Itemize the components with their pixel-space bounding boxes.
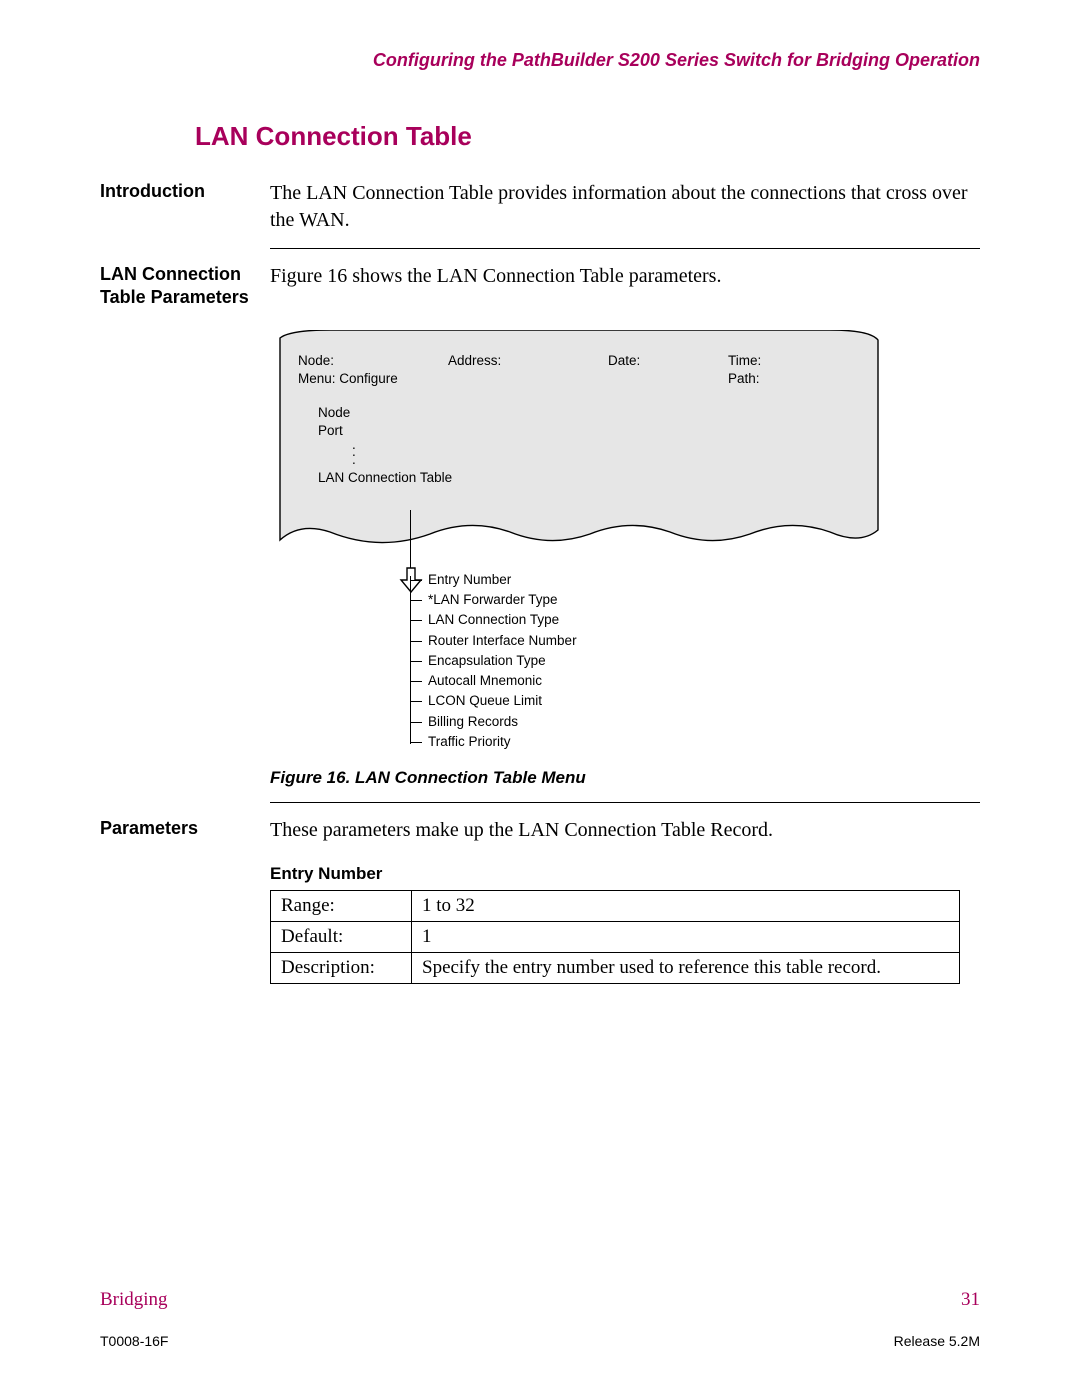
menu-configure-label: Menu: Configure xyxy=(298,370,448,388)
cell-range-key: Range: xyxy=(271,891,412,922)
menu-path-label: Path: xyxy=(728,370,760,388)
running-head: Configuring the PathBuilder S200 Series … xyxy=(100,50,980,71)
sub-item: Encapsulation Type xyxy=(410,651,880,671)
sub-item: Traffic Priority xyxy=(410,732,880,752)
section-title: LAN Connection Table xyxy=(195,121,980,152)
sub-item: Router Interface Number xyxy=(410,631,880,651)
footer-section: Bridging xyxy=(100,1289,168,1311)
menu-time-label: Time: xyxy=(728,352,808,370)
footer-page-number: 31 xyxy=(961,1289,980,1311)
menu-date-label: Date: xyxy=(608,352,728,370)
text-introduction: The LAN Connection Table provides inform… xyxy=(270,180,980,234)
cell-desc-val: Specify the entry number used to referen… xyxy=(412,953,960,984)
sub-item: Autocall Mnemonic xyxy=(410,671,880,691)
tree-lan-connection-table: LAN Connection Table xyxy=(318,469,860,487)
cell-default-key: Default: xyxy=(271,922,412,953)
text-lan-conn-params: Figure 16 shows the LAN Connection Table… xyxy=(270,263,980,290)
tree-dots: ... xyxy=(352,441,860,463)
tree-port: Port xyxy=(318,422,860,440)
sub-item: LCON Queue Limit xyxy=(410,691,880,711)
footer-release: Release 5.2M xyxy=(894,1333,980,1349)
tree-node: Node xyxy=(318,404,860,422)
cell-range-val: 1 to 32 xyxy=(412,891,960,922)
param-entry-number-title: Entry Number xyxy=(270,864,980,884)
text-parameters: These parameters make up the LAN Connect… xyxy=(270,817,980,844)
divider xyxy=(270,248,980,249)
figure-caption: Figure 16. LAN Connection Table Menu xyxy=(270,768,980,788)
cell-desc-key: Description: xyxy=(271,953,412,984)
sub-item: Entry Number xyxy=(410,570,880,590)
footer-doc-id: T0008-16F xyxy=(100,1333,168,1349)
menu-node-label: Node: xyxy=(298,352,448,370)
label-introduction: Introduction xyxy=(100,180,270,203)
label-parameters: Parameters xyxy=(100,817,270,840)
sub-item: *LAN Forwarder Type xyxy=(410,590,880,610)
divider xyxy=(270,802,980,803)
subparameter-list: Entry Number *LAN Forwarder Type LAN Con… xyxy=(410,570,880,752)
entry-number-table: Range: 1 to 32 Default: 1 Description: S… xyxy=(270,890,960,984)
menu-address-label: Address: xyxy=(448,352,608,370)
figure-16-diagram: Node: Address: Date: Time: Menu: Configu… xyxy=(270,330,880,752)
sub-item: LAN Connection Type xyxy=(410,610,880,630)
sub-item: Billing Records xyxy=(410,712,880,732)
label-lan-conn-params: LAN Connection Table Parameters xyxy=(100,263,270,310)
cell-default-val: 1 xyxy=(412,922,960,953)
